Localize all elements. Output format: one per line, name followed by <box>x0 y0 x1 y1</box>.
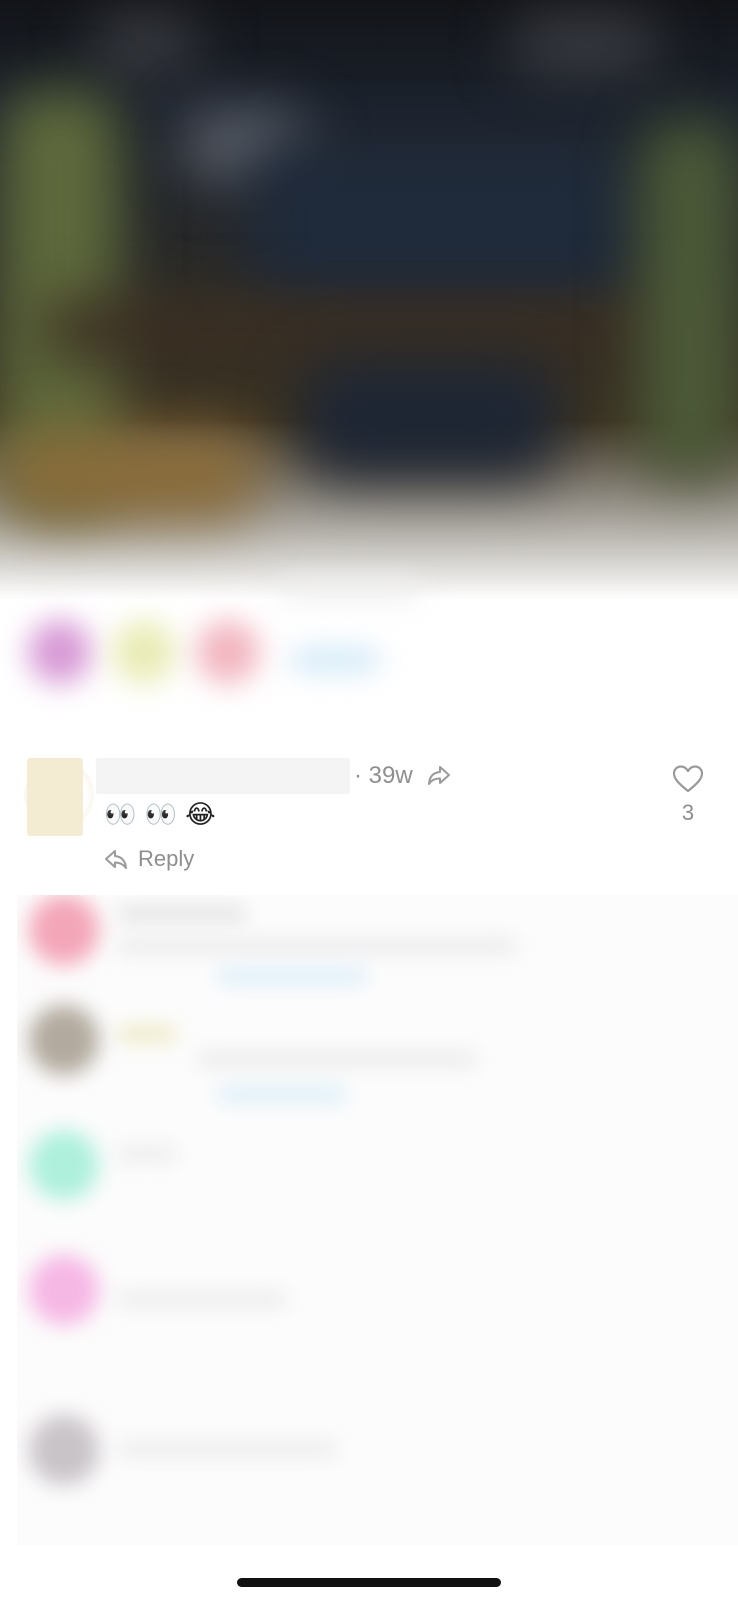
like-count: 3 <box>681 800 695 825</box>
share-arrow-icon[interactable] <box>426 764 452 788</box>
blurred-avatar <box>28 620 92 684</box>
blurred-avatar <box>29 1005 99 1075</box>
blurred-text-line <box>117 937 517 955</box>
avatar[interactable] <box>27 758 83 836</box>
blur-shape <box>0 430 260 520</box>
blur-shape <box>40 300 700 360</box>
blurred-comment-list <box>17 895 738 1545</box>
blurred-avatar <box>29 1415 99 1485</box>
blurred-text-line <box>197 1050 477 1068</box>
blur-shape <box>90 15 200 75</box>
comment-text: 👀 👀 😂 <box>104 800 216 830</box>
like-control: 3 <box>664 764 712 826</box>
blurred-video-preview <box>0 0 738 600</box>
comment-timestamp: · 39w <box>354 762 413 789</box>
blur-shape <box>250 140 640 310</box>
blurred-avatar <box>29 1255 99 1325</box>
blurred-reaction-row <box>0 560 738 750</box>
reply-label: Reply <box>138 846 195 871</box>
blurred-text-line <box>217 1085 347 1103</box>
blurred-text-line <box>117 905 247 923</box>
blurred-avatar <box>29 895 99 965</box>
blurred-text-line <box>117 1025 177 1043</box>
home-indicator[interactable] <box>237 1578 501 1587</box>
reply-button[interactable]: Reply <box>104 842 194 876</box>
heart-outline-icon[interactable] <box>672 764 704 794</box>
blur-shape <box>510 15 660 75</box>
blurred-avatar <box>196 620 260 684</box>
comment-item: · 39w 👀 👀 😂 Reply 3 <box>0 750 738 895</box>
reply-arrow-icon <box>105 850 127 869</box>
blurred-text-line <box>117 1145 177 1163</box>
blurred-avatar <box>112 620 176 684</box>
blur-shape <box>300 360 560 480</box>
username-placeholder[interactable] <box>96 758 350 794</box>
blurred-avatar <box>29 1130 99 1200</box>
blur-shape <box>640 120 738 480</box>
blurred-label <box>290 648 380 672</box>
blurred-text-line <box>217 967 367 985</box>
blurred-text-line <box>117 1290 287 1308</box>
blurred-text-line <box>117 1440 337 1458</box>
blurred-label <box>280 580 420 600</box>
